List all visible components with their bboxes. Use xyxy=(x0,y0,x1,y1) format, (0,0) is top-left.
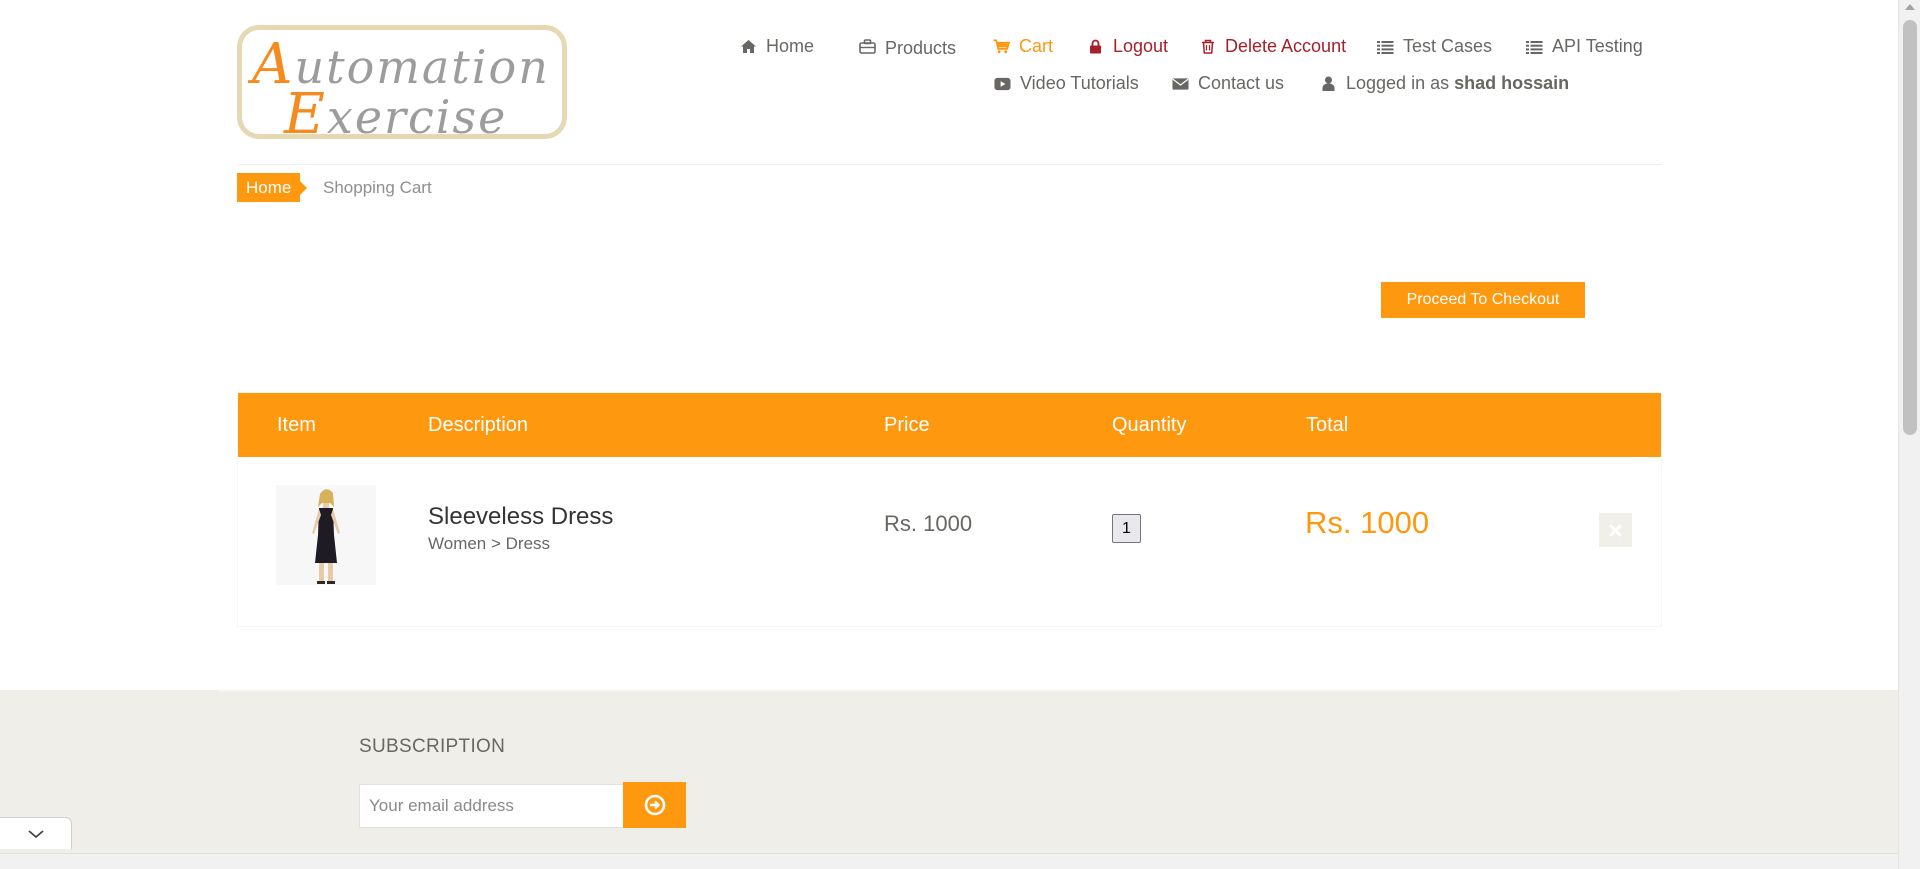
delete-item-button[interactable] xyxy=(1599,513,1632,547)
nav-test-cases-label: Test Cases xyxy=(1403,36,1493,56)
nav-home[interactable]: Home xyxy=(740,36,814,57)
nav-api-testing[interactable]: API Testing xyxy=(1526,36,1643,57)
cart-table: Item Description Price Quantity Total Sl… xyxy=(237,392,1662,627)
arrow-circle-right-icon xyxy=(644,794,665,816)
list-icon xyxy=(1377,38,1394,55)
proceed-to-checkout-button[interactable]: Proceed To Checkout xyxy=(1381,282,1585,318)
header-price: Price xyxy=(884,414,930,436)
list-icon xyxy=(1526,38,1543,55)
user-icon xyxy=(1320,75,1337,92)
header-quantity: Quantity xyxy=(1112,414,1187,436)
product-quantity: 1 xyxy=(1112,514,1141,543)
youtube-play-icon xyxy=(994,75,1011,92)
trash-icon xyxy=(1199,38,1216,55)
nav-video-tutorials[interactable]: Video Tutorials xyxy=(994,73,1139,94)
close-icon xyxy=(1609,524,1622,536)
nav-products[interactable]: Products xyxy=(859,36,957,58)
username: shad hossain xyxy=(1454,73,1570,93)
subscription-title: SUBSCRIPTION xyxy=(359,736,506,757)
cart-table-header: Item Description Price Quantity Total xyxy=(238,393,1661,457)
nav-products-label: Products xyxy=(885,38,957,58)
lock-icon xyxy=(1087,38,1104,55)
nav-contact-us[interactable]: Contact us xyxy=(1172,73,1284,94)
product-name[interactable]: Sleeveless Dress xyxy=(428,503,613,531)
nav-delete-account[interactable]: Delete Account xyxy=(1199,36,1346,57)
breadcrumb-home[interactable]: Home xyxy=(237,173,308,202)
cart-icon xyxy=(993,38,1010,55)
nav-api-testing-label: API Testing xyxy=(1552,36,1643,56)
logo-cap-e: E xyxy=(284,82,327,147)
header-total: Total xyxy=(1306,414,1349,436)
nav-logout[interactable]: Logout xyxy=(1087,36,1168,57)
vertical-scrollbar[interactable] xyxy=(1898,0,1920,869)
subscription-email-input[interactable] xyxy=(359,784,624,828)
logo-line-exercise: Exercise xyxy=(284,82,507,147)
breadcrumb-current: Shopping Cart xyxy=(323,178,432,197)
envelope-icon xyxy=(1172,75,1189,92)
nav-test-cases[interactable]: Test Cases xyxy=(1377,36,1492,57)
collapse-tab[interactable] xyxy=(0,817,72,849)
product-total: Rs. 1000 xyxy=(1305,505,1430,540)
nav-cart-label: Cart xyxy=(1019,36,1054,56)
product-image[interactable] xyxy=(276,485,376,585)
logged-in-text: Logged in as shad hossain xyxy=(1346,73,1569,94)
nav-home-label: Home xyxy=(766,36,815,56)
nav-logout-label: Logout xyxy=(1113,36,1169,56)
footer: SUBSCRIPTION xyxy=(0,690,1898,853)
site-logo[interactable]: Automation Exercise xyxy=(237,25,567,147)
header-item: Item xyxy=(277,414,316,436)
footer-divider xyxy=(218,690,1680,692)
dress-image xyxy=(276,485,376,585)
subscribe-button[interactable] xyxy=(623,782,686,828)
scrollbar-thumb[interactable] xyxy=(1903,20,1917,435)
home-icon xyxy=(740,38,757,55)
product-price: Rs. 1000 xyxy=(884,511,973,536)
logo-text-exercise: xercise xyxy=(326,90,508,144)
nav-video-tutorials-label: Video Tutorials xyxy=(1020,73,1139,93)
chevron-down-icon xyxy=(27,829,44,838)
briefcase-icon xyxy=(859,38,876,55)
nav-delete-account-label: Delete Account xyxy=(1225,36,1347,56)
nav-logged-in-as: Logged in as shad hossain xyxy=(1320,73,1569,94)
header-divider xyxy=(237,164,1662,165)
header-description: Description xyxy=(428,414,529,436)
product-category: Women > Dress xyxy=(428,534,551,553)
scroll-up-arrow-icon[interactable] xyxy=(1905,4,1915,10)
horizontal-scroll-strip xyxy=(0,853,1898,869)
logged-in-prefix: Logged in as xyxy=(1346,73,1450,93)
nav-contact-us-label: Contact us xyxy=(1198,73,1285,93)
nav-cart[interactable]: Cart xyxy=(993,36,1053,57)
